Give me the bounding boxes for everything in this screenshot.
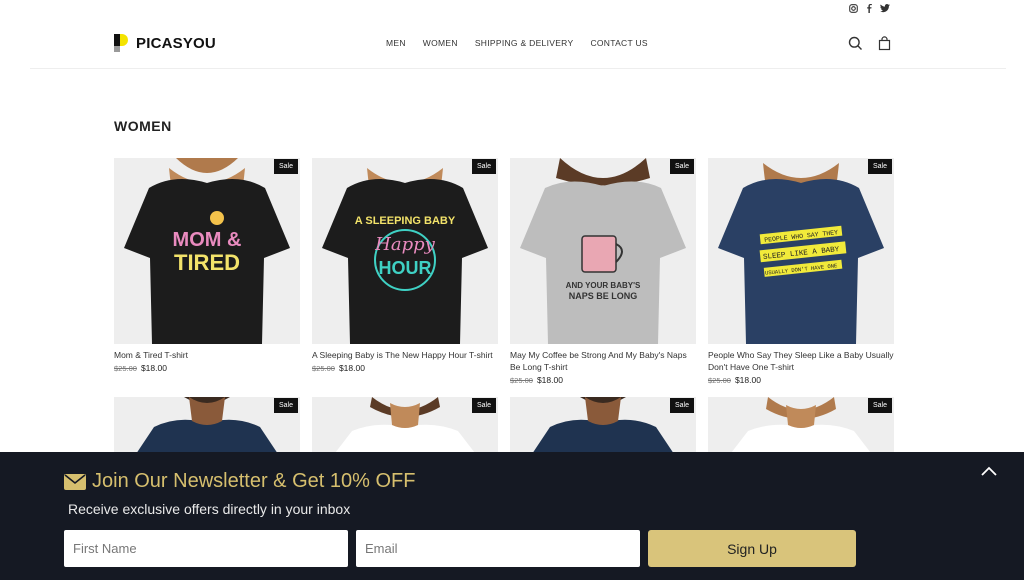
- product-card[interactable]: Sale: [114, 397, 300, 457]
- product-image[interactable]: PEOPLE WHO SAY THEY SLEEP LIKE A BABY US…: [708, 158, 894, 344]
- sale-badge: Sale: [867, 398, 892, 413]
- site-header: PICASYOU MEN WOMEN SHIPPING & DELIVERY C…: [114, 28, 892, 58]
- product-image[interactable]: AND YOUR BABY'S NAPS BE LONG Sale: [510, 158, 696, 344]
- compare-at-price: $25.00: [708, 376, 731, 385]
- product-card[interactable]: Sale: [312, 397, 498, 457]
- collection-title: WOMEN: [114, 118, 172, 134]
- product-image[interactable]: MOM & TIRED Sale: [114, 158, 300, 344]
- product-price: $25.00 $18.00: [114, 363, 300, 373]
- instagram-icon[interactable]: [848, 3, 858, 13]
- envelope-icon: [64, 473, 86, 490]
- product-price: $25.00 $18.00: [510, 375, 696, 385]
- compare-at-price: $25.00: [114, 364, 137, 373]
- svg-text:MOM &: MOM &: [173, 229, 242, 251]
- compare-at-price: $25.00: [510, 376, 533, 385]
- sale-price: $18.00: [140, 363, 167, 373]
- header-actions: [848, 28, 892, 58]
- product-image-graphic: [114, 397, 300, 457]
- product-card[interactable]: Sale: [510, 397, 696, 457]
- compare-at-price: $25.00: [312, 364, 335, 373]
- sale-badge: Sale: [273, 159, 298, 174]
- product-image-graphic: MOM & TIRED: [114, 158, 300, 344]
- social-links: [848, 3, 890, 13]
- nav-link-men[interactable]: MEN: [386, 38, 406, 48]
- product-image[interactable]: Sale: [510, 397, 696, 457]
- product-grid: MOM & TIRED Sale Mom & Tired T-shirt $25…: [114, 158, 894, 457]
- product-name[interactable]: People Who Say They Sleep Like a Baby Us…: [708, 349, 894, 373]
- svg-text:Happy: Happy: [374, 234, 435, 255]
- svg-text:HOUR: HOUR: [379, 258, 432, 278]
- product-card[interactable]: A SLEEPING BABY Happy HOUR Sale A Sleepi…: [312, 158, 498, 385]
- product-name[interactable]: A Sleeping Baby is The New Happy Hour T-…: [312, 349, 498, 361]
- product-image[interactable]: Sale: [708, 397, 894, 457]
- sale-badge: Sale: [669, 398, 694, 413]
- product-image-graphic: PEOPLE WHO SAY THEY SLEEP LIKE A BABY US…: [708, 158, 894, 344]
- product-image[interactable]: Sale: [114, 397, 300, 457]
- chevron-up-icon[interactable]: [980, 464, 998, 478]
- search-icon[interactable]: [848, 36, 863, 51]
- header-divider: [30, 68, 1006, 69]
- svg-text:TIRED: TIRED: [174, 250, 240, 275]
- newsletter-title: Join Our Newsletter & Get 10% OFF: [64, 470, 415, 493]
- logo-mark-icon: [114, 34, 132, 52]
- sale-price: $18.00: [734, 375, 761, 385]
- product-image[interactable]: Sale: [312, 397, 498, 457]
- sign-up-button[interactable]: Sign Up: [648, 530, 856, 567]
- product-price: $25.00 $18.00: [708, 375, 894, 385]
- cart-icon[interactable]: [877, 35, 892, 51]
- brand-name: PICASYOU: [136, 34, 216, 52]
- nav-link-women[interactable]: WOMEN: [423, 38, 458, 48]
- product-card[interactable]: Sale: [708, 397, 894, 457]
- product-card[interactable]: MOM & TIRED Sale Mom & Tired T-shirt $25…: [114, 158, 300, 385]
- product-image-graphic: A SLEEPING BABY Happy HOUR: [312, 158, 498, 344]
- sale-badge: Sale: [867, 159, 892, 174]
- newsletter-title-text: Join Our Newsletter & Get 10% OFF: [92, 470, 416, 492]
- product-image-graphic: [312, 397, 498, 457]
- brand-logo[interactable]: PICASYOU: [114, 34, 216, 52]
- twitter-icon[interactable]: [880, 3, 890, 13]
- first-name-field[interactable]: [64, 530, 348, 567]
- nav-link-shipping[interactable]: SHIPPING & DELIVERY: [475, 38, 574, 48]
- svg-text:AND YOUR BABY'S: AND YOUR BABY'S: [566, 281, 641, 290]
- sale-badge: Sale: [273, 398, 298, 413]
- sale-badge: Sale: [669, 159, 694, 174]
- sale-badge: Sale: [471, 398, 496, 413]
- product-image-graphic: [708, 397, 894, 457]
- main-nav: MEN WOMEN SHIPPING & DELIVERY CONTACT US: [386, 28, 648, 58]
- sale-price: $18.00: [338, 363, 365, 373]
- sale-price: $18.00: [536, 375, 563, 385]
- newsletter-banner: Join Our Newsletter & Get 10% OFF Receiv…: [0, 452, 1024, 580]
- product-image-graphic: [510, 397, 696, 457]
- newsletter-subtitle: Receive exclusive offers directly in you…: [68, 501, 351, 517]
- email-field[interactable]: [356, 530, 640, 567]
- product-name[interactable]: Mom & Tired T-shirt: [114, 349, 300, 361]
- product-name[interactable]: May My Coffee be Strong And My Baby's Na…: [510, 349, 696, 373]
- svg-text:NAPS BE LONG: NAPS BE LONG: [569, 291, 638, 301]
- product-image-graphic: AND YOUR BABY'S NAPS BE LONG: [510, 158, 696, 344]
- product-image[interactable]: A SLEEPING BABY Happy HOUR Sale: [312, 158, 498, 344]
- product-price: $25.00 $18.00: [312, 363, 498, 373]
- facebook-icon[interactable]: [864, 3, 874, 13]
- product-card[interactable]: PEOPLE WHO SAY THEY SLEEP LIKE A BABY US…: [708, 158, 894, 385]
- sale-badge: Sale: [471, 159, 496, 174]
- nav-link-contact[interactable]: CONTACT US: [590, 38, 647, 48]
- product-card[interactable]: AND YOUR BABY'S NAPS BE LONG Sale May My…: [510, 158, 696, 385]
- svg-text:A SLEEPING BABY: A SLEEPING BABY: [355, 215, 456, 227]
